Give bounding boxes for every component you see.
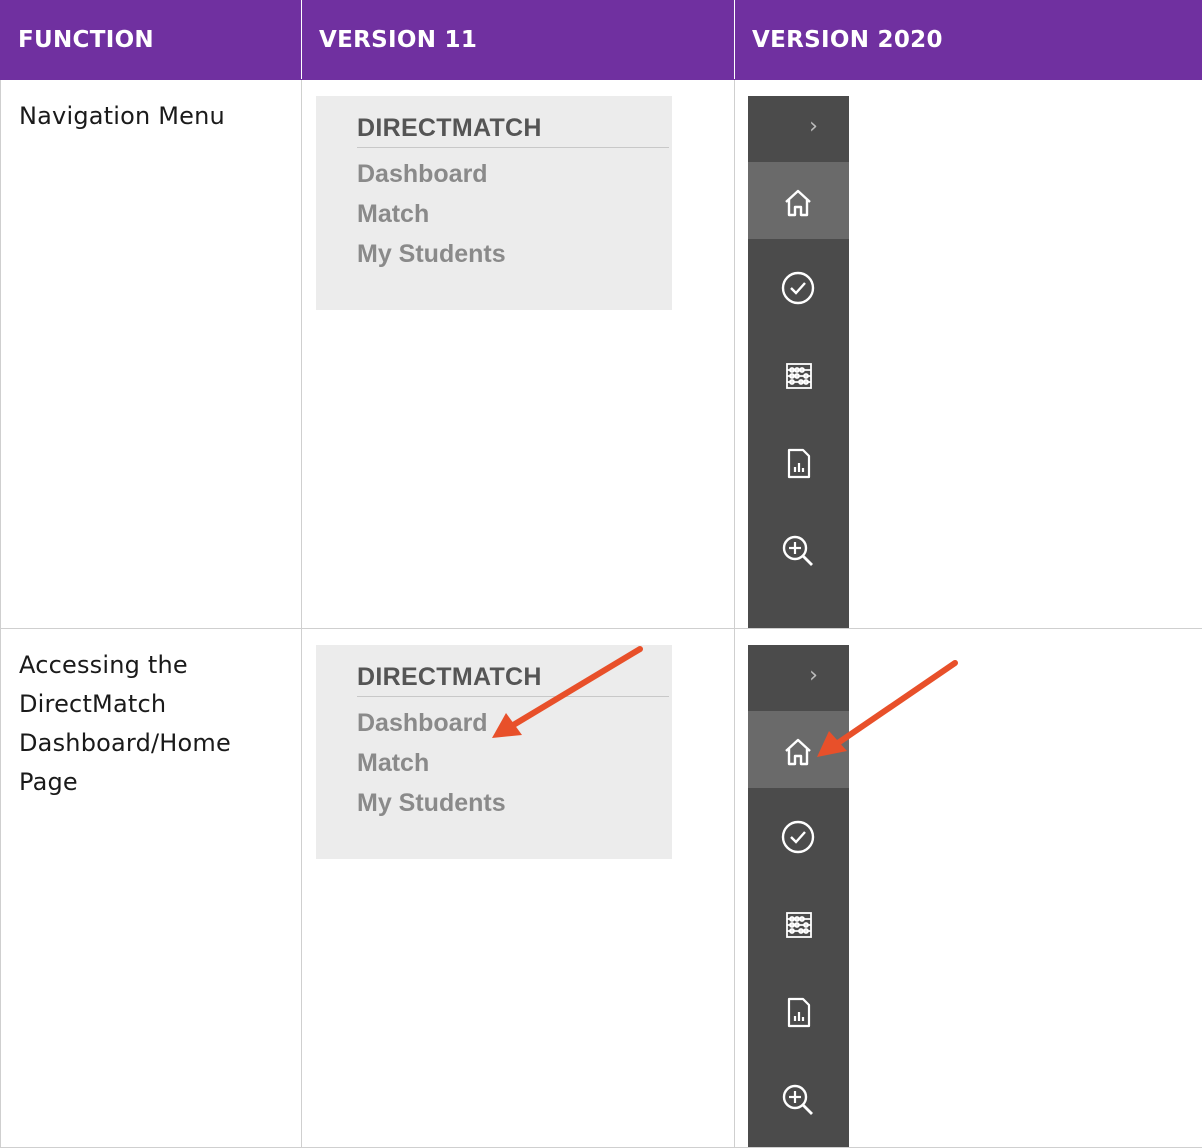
v11-menu-heading: DIRECTMATCH: [357, 114, 669, 148]
function-cell: Navigation Menu: [1, 80, 302, 629]
function-cell: Accessing the DirectMatch Dashboard/Home…: [1, 629, 302, 1148]
header-version-2020: VERSION 2020: [735, 1, 1202, 80]
report-chart-icon[interactable]: [778, 992, 818, 1032]
checkmark-circle-icon[interactable]: [778, 817, 818, 857]
checkmark-circle-icon[interactable]: [778, 268, 818, 308]
function-label: Accessing the DirectMatch Dashboard/Home…: [1, 629, 301, 802]
table-row: Navigation Menu DIRECTMATCH Dashboard Ma…: [1, 80, 1202, 629]
zoom-in-icon[interactable]: [778, 1080, 818, 1120]
sidebar-expand-chevron[interactable]: ›: [748, 96, 849, 162]
function-label: Navigation Menu: [1, 80, 301, 136]
header-row: FUNCTION VERSION 11 VERSION 2020: [1, 1, 1202, 80]
v11-menu-item-dashboard[interactable]: Dashboard: [357, 160, 488, 189]
v11-menu-item-dashboard[interactable]: Dashboard: [357, 709, 488, 738]
table-row: Accessing the DirectMatch Dashboard/Home…: [1, 629, 1202, 1148]
version-2020-cell: ›: [735, 80, 1202, 629]
sidebar-expand-chevron[interactable]: ›: [748, 645, 849, 711]
header-function: FUNCTION: [1, 1, 302, 80]
v2020-sidebar: ›: [748, 96, 849, 628]
v11-nav-menu: DIRECTMATCH Dashboard Match My Students: [316, 96, 672, 310]
zoom-in-icon[interactable]: [778, 531, 818, 571]
v11-nav-menu: DIRECTMATCH Dashboard Match My Students: [316, 645, 672, 859]
v11-menu-item-my-students[interactable]: My Students: [357, 789, 506, 818]
report-chart-icon[interactable]: [778, 443, 818, 483]
version-11-cell: DIRECTMATCH Dashboard Match My Students: [302, 80, 735, 629]
home-icon[interactable]: [778, 732, 818, 772]
v11-menu-item-my-students[interactable]: My Students: [357, 240, 506, 269]
abacus-icon[interactable]: [778, 904, 818, 944]
v11-menu-item-match[interactable]: Match: [357, 749, 429, 778]
comparison-table: FUNCTION VERSION 11 VERSION 2020 Navigat…: [0, 0, 1202, 1148]
abacus-icon[interactable]: [778, 355, 818, 395]
v11-menu-heading: DIRECTMATCH: [357, 663, 669, 697]
version-2020-cell: ›: [735, 629, 1202, 1148]
header-version-11: VERSION 11: [302, 1, 735, 80]
home-icon[interactable]: [778, 183, 818, 223]
version-11-cell: DIRECTMATCH Dashboard Match My Students: [302, 629, 735, 1148]
v2020-sidebar: ›: [748, 645, 849, 1147]
v11-menu-item-match[interactable]: Match: [357, 200, 429, 229]
